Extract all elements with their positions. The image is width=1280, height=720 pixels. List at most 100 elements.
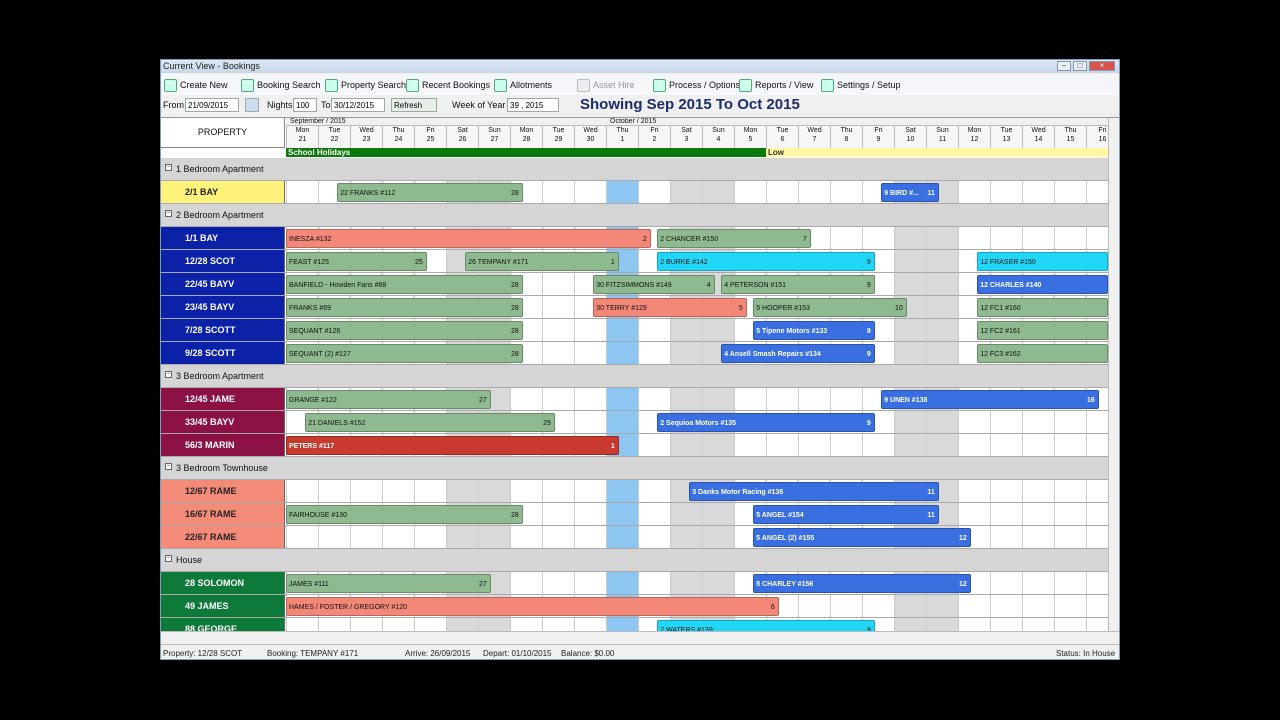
day-header[interactable]: Fri 25 bbox=[414, 126, 446, 148]
day-cell[interactable] bbox=[958, 618, 990, 631]
day-cell[interactable] bbox=[606, 526, 638, 548]
day-cell[interactable] bbox=[894, 227, 926, 249]
day-cell[interactable] bbox=[1054, 503, 1086, 525]
day-cell[interactable] bbox=[1022, 181, 1054, 203]
day-cell[interactable] bbox=[574, 526, 606, 548]
booking-bar[interactable]: JAMES #111 27 bbox=[286, 574, 491, 593]
booking-bar[interactable]: 12 FC3 #162 bbox=[977, 344, 1108, 363]
horizontal-scrollbar[interactable] bbox=[161, 631, 1119, 641]
day-cell[interactable] bbox=[670, 388, 702, 410]
group-label[interactable]: 3 Bedroom Apartment bbox=[176, 371, 264, 381]
day-cell[interactable] bbox=[670, 181, 702, 203]
day-cell[interactable] bbox=[638, 388, 670, 410]
day-cell[interactable] bbox=[638, 572, 670, 594]
booking-bar[interactable]: HAMES / FOSTER / GREGORY #120 6 bbox=[286, 597, 779, 616]
day-cell[interactable] bbox=[1054, 181, 1086, 203]
reports-view-button[interactable]: Reports / View bbox=[739, 77, 813, 93]
day-cell[interactable] bbox=[1022, 595, 1054, 617]
collapse-icon[interactable]: − bbox=[165, 371, 172, 378]
day-cell[interactable] bbox=[670, 503, 702, 525]
day-cell[interactable] bbox=[702, 434, 734, 456]
property-row[interactable]: 2/1 BAY 22 FRANKS #112 28 9 BIRD #... 11 bbox=[161, 181, 1108, 204]
day-cell[interactable] bbox=[414, 618, 446, 631]
day-cell[interactable] bbox=[894, 595, 926, 617]
day-cell[interactable] bbox=[382, 526, 414, 548]
day-cell[interactable] bbox=[446, 480, 478, 502]
minimize-button[interactable]: – bbox=[1057, 61, 1071, 71]
day-cell[interactable] bbox=[286, 618, 318, 631]
property-row[interactable]: 23/45 BAYV FRANKS #69 28 30 TERRY #129 5 5 HO… bbox=[161, 296, 1108, 319]
day-cell[interactable] bbox=[574, 618, 606, 631]
day-cell[interactable] bbox=[1054, 227, 1086, 249]
day-cell[interactable] bbox=[734, 388, 766, 410]
collapse-icon[interactable]: − bbox=[165, 164, 172, 171]
day-cell[interactable] bbox=[862, 434, 894, 456]
day-cell[interactable] bbox=[510, 618, 542, 631]
day-header[interactable]: Thu 1 bbox=[606, 126, 638, 148]
day-cell[interactable] bbox=[1054, 618, 1086, 631]
day-cell[interactable] bbox=[606, 503, 638, 525]
day-cell[interactable] bbox=[318, 618, 350, 631]
day-cell[interactable] bbox=[1022, 503, 1054, 525]
day-header[interactable]: Wed 7 bbox=[798, 126, 830, 148]
booking-bar[interactable]: 2 WATERS #139 9 bbox=[657, 620, 875, 631]
booking-bar[interactable]: 5 ANGEL #154 11 bbox=[753, 505, 939, 524]
booking-bar[interactable]: SEQUANT #126 28 bbox=[286, 321, 523, 340]
day-cell[interactable] bbox=[830, 227, 862, 249]
day-cell[interactable] bbox=[1022, 411, 1054, 433]
day-cell[interactable] bbox=[702, 181, 734, 203]
day-cell[interactable] bbox=[798, 388, 830, 410]
booking-bar[interactable]: 2 Sequioa Motors #135 9 bbox=[657, 413, 875, 432]
booking-bar[interactable]: SEQUANT (2) #127 28 bbox=[286, 344, 523, 363]
day-header[interactable]: Thu 15 bbox=[1054, 126, 1086, 148]
day-header[interactable]: Sat 3 bbox=[670, 126, 702, 148]
booking-bar[interactable]: 12 CHARLES #140 bbox=[977, 275, 1108, 294]
day-cell[interactable] bbox=[286, 181, 318, 203]
day-cell[interactable] bbox=[862, 595, 894, 617]
day-header[interactable]: Tue 13 bbox=[990, 126, 1022, 148]
day-cell[interactable] bbox=[702, 388, 734, 410]
day-cell[interactable] bbox=[958, 434, 990, 456]
day-cell[interactable] bbox=[478, 526, 510, 548]
day-header[interactable]: Wed 30 bbox=[574, 126, 606, 148]
day-cell[interactable] bbox=[766, 181, 798, 203]
day-header[interactable]: Sun 11 bbox=[926, 126, 958, 148]
booking-bar[interactable]: 3 Danks Motor Racing #136 11 bbox=[689, 482, 939, 501]
day-cell[interactable] bbox=[414, 526, 446, 548]
booking-bar[interactable]: 22 FRANKS #112 28 bbox=[337, 183, 523, 202]
day-header[interactable]: Mon 28 bbox=[510, 126, 542, 148]
day-header[interactable]: Fri 9 bbox=[862, 126, 894, 148]
booking-bar[interactable]: 21 DANIELS #152 29 bbox=[305, 413, 555, 432]
day-cell[interactable] bbox=[798, 595, 830, 617]
property-label[interactable]: 9/28 SCOTT bbox=[161, 342, 285, 364]
calendar-icon[interactable] bbox=[245, 98, 259, 112]
day-cell[interactable] bbox=[542, 503, 574, 525]
day-cell[interactable] bbox=[1022, 526, 1054, 548]
day-cell[interactable] bbox=[638, 342, 670, 364]
property-label[interactable]: 23/45 BAYV bbox=[161, 296, 285, 318]
property-row[interactable]: 56/3 MARIN PETERS #117 1 bbox=[161, 434, 1108, 457]
property-row[interactable]: 49 JAMES HAMES / FOSTER / GREGORY #120 6 bbox=[161, 595, 1108, 618]
day-header[interactable]: Mon 21 bbox=[286, 126, 318, 148]
property-row[interactable]: 22/67 RAME 5 ANGEL (2) #155 12 bbox=[161, 526, 1108, 549]
day-cell[interactable] bbox=[990, 181, 1022, 203]
property-label[interactable]: 12/28 SCOT bbox=[161, 250, 285, 272]
day-cell[interactable] bbox=[958, 181, 990, 203]
booking-bar[interactable]: GRANGE #122 27 bbox=[286, 390, 491, 409]
day-header[interactable]: Tue 6 bbox=[766, 126, 798, 148]
day-cell[interactable] bbox=[702, 319, 734, 341]
day-cell[interactable] bbox=[542, 388, 574, 410]
booking-bar[interactable]: FRANKS #69 28 bbox=[286, 298, 523, 317]
day-cell[interactable] bbox=[574, 319, 606, 341]
property-row[interactable]: 1/1 BAY INESZA #132 2 2 CHANCER #150 7 bbox=[161, 227, 1108, 250]
booking-bar[interactable]: 5 ANGEL (2) #155 12 bbox=[753, 528, 971, 547]
day-cell[interactable] bbox=[414, 480, 446, 502]
day-cell[interactable] bbox=[542, 526, 574, 548]
booking-bar[interactable]: 5 CHARLEY #156 12 bbox=[753, 574, 971, 593]
day-cell[interactable] bbox=[798, 434, 830, 456]
booking-bar[interactable]: INESZA #132 2 bbox=[286, 229, 651, 248]
day-cell[interactable] bbox=[862, 227, 894, 249]
day-header[interactable]: Mon 12 bbox=[958, 126, 990, 148]
day-cell[interactable] bbox=[702, 572, 734, 594]
day-cell[interactable] bbox=[638, 319, 670, 341]
